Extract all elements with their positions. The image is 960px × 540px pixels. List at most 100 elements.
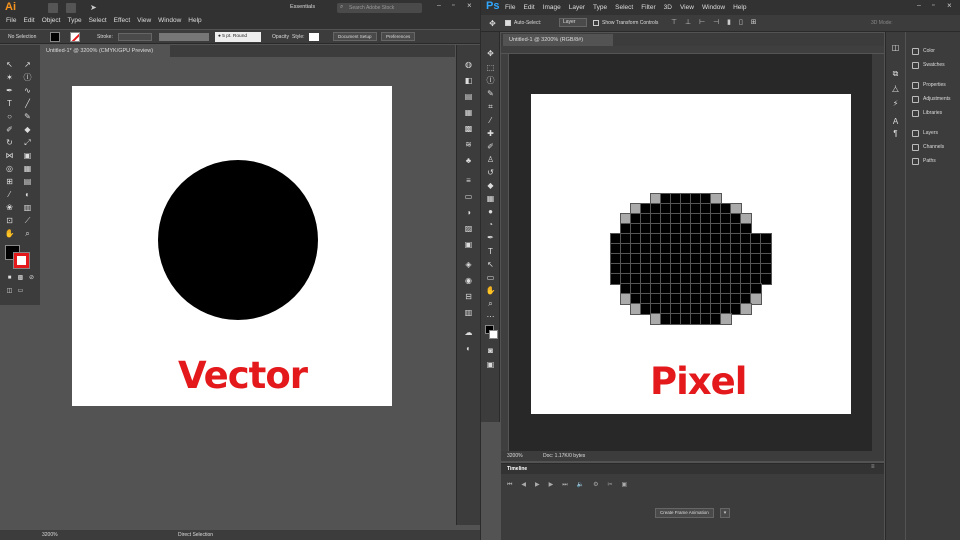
scale-tool-icon[interactable]: ⤢ <box>22 137 33 148</box>
zoom-tool-icon[interactable]: ⌕ <box>485 298 496 309</box>
layers-panel-tab[interactable]: Layers <box>912 128 938 138</box>
type-tool-icon[interactable]: T <box>4 98 15 109</box>
adjustments-panel-tab[interactable]: Adjustments <box>912 94 951 104</box>
cc-panel-icon[interactable]: ◐ <box>463 343 474 354</box>
color-guide-panel-icon[interactable]: ◈ <box>463 259 474 270</box>
shape-tool-icon[interactable]: ▭ <box>485 272 496 283</box>
dodge-tool-icon[interactable]: ◔ <box>485 219 496 230</box>
menu-help[interactable]: Help <box>188 17 201 24</box>
tool-presets-icon[interactable]: ⚡ <box>890 98 901 109</box>
create-frame-animation-button[interactable]: Create Frame Animation <box>655 508 714 518</box>
layers-panel-icon[interactable]: ◍ <box>463 59 474 70</box>
horizontal-ruler[interactable] <box>501 46 884 54</box>
pixel-circle[interactable] <box>610 174 772 334</box>
menu-effect[interactable]: Effect <box>114 17 131 24</box>
graph-tool-icon[interactable]: ▥ <box>22 202 33 213</box>
magic-wand-tool-icon[interactable]: ✶ <box>4 72 15 83</box>
lasso-tool-icon[interactable]: ⓛ <box>485 75 496 86</box>
menu-filter[interactable]: Filter <box>641 4 655 11</box>
ps-zoom-level[interactable]: 3200% <box>507 451 523 461</box>
ai-canvas[interactable]: Vector <box>40 58 455 528</box>
menu-layer[interactable]: Layer <box>569 4 585 11</box>
blur-tool-icon[interactable]: ● <box>485 206 496 217</box>
menu-file[interactable]: File <box>6 17 16 24</box>
menu-edit[interactable]: Edit <box>23 17 34 24</box>
zoom-tool-icon[interactable]: ⌕ <box>22 228 33 239</box>
ps-canvas[interactable]: Pixel <box>509 54 872 451</box>
menu-select[interactable]: Select <box>615 4 633 11</box>
gradient-panel-icon[interactable]: ▭ <box>463 191 474 202</box>
curvature-tool-icon[interactable]: ∿ <box>22 85 33 96</box>
pathfinder-panel-icon[interactable]: ▦ <box>463 107 474 118</box>
minimize-icon[interactable]: – <box>917 2 921 9</box>
ps-doc-info[interactable]: Doc: 1.17K/0 bytes <box>543 451 585 461</box>
bridge-icon[interactable] <box>48 3 58 13</box>
menu-3d[interactable]: 3D <box>664 4 672 11</box>
channels-panel-tab[interactable]: Channels <box>912 142 944 152</box>
paths-panel-tab[interactable]: Paths <box>912 156 936 166</box>
panel-menu-icon[interactable]: ≡ <box>871 464 875 470</box>
hand-tool-icon[interactable]: ✋ <box>485 285 496 296</box>
style-swatch[interactable] <box>309 33 319 41</box>
fill-swatch[interactable] <box>50 32 60 42</box>
ai-document-tab[interactable]: Untitled-1* @ 3200% (CMYK/GPU Preview) <box>40 45 170 57</box>
auto-select-checkbox[interactable] <box>505 20 511 26</box>
symbols-panel-icon[interactable]: ♣ <box>463 155 474 166</box>
navigator-panel-icon[interactable]: ⧉ <box>890 68 901 79</box>
quick-selection-tool-icon[interactable]: ✎ <box>485 88 496 99</box>
history-brush-tool-icon[interactable]: ↺ <box>485 167 496 178</box>
type-tool-icon[interactable]: T <box>485 246 496 257</box>
timeline-controls[interactable]: ⏮◀▶▶⏭🔈⚙✂▣ <box>507 481 636 489</box>
rotate-tool-icon[interactable]: ↻ <box>4 137 15 148</box>
libraries-panel-tab[interactable]: Libraries <box>912 108 942 118</box>
history-panel-icon[interactable]: ◫ <box>890 42 901 53</box>
vertical-ruler[interactable] <box>501 54 509 451</box>
pen-tool-icon[interactable]: ✒ <box>485 232 496 243</box>
background-color[interactable] <box>489 330 498 339</box>
paintbrush-tool-icon[interactable]: ✎ <box>22 111 33 122</box>
marquee-tool-icon[interactable]: ⬚ <box>485 62 496 73</box>
stroke-swatch[interactable] <box>70 32 80 42</box>
ellipse-tool-icon[interactable]: ○ <box>4 111 15 122</box>
quick-mask-icon[interactable]: ◙ <box>485 345 496 356</box>
auto-select-target[interactable]: Layer <box>559 18 587 27</box>
path-selection-tool-icon[interactable]: ↖ <box>485 259 496 270</box>
document-setup-button[interactable]: Document Setup <box>333 32 377 41</box>
asset-export-panel-icon[interactable]: ▥ <box>463 307 474 318</box>
gradient-tool-icon[interactable]: ▦ <box>485 193 496 204</box>
sync-icon[interactable]: ➤ <box>90 3 100 13</box>
eraser-tool-icon[interactable]: ◆ <box>485 180 496 191</box>
line-tool-icon[interactable]: ╱ <box>22 98 33 109</box>
brush-settings-icon[interactable]: ⧊ <box>890 84 901 95</box>
menu-help[interactable]: Help <box>733 4 746 11</box>
swatches-panel-icon[interactable]: ▩ <box>463 123 474 134</box>
opacity-label[interactable]: Opacity <box>272 32 289 42</box>
screen-mode-icon[interactable]: ▣ <box>485 359 496 370</box>
stroke-weight-field[interactable] <box>118 33 152 41</box>
align-panel-icon[interactable]: ▤ <box>463 91 474 102</box>
selection-tool-icon[interactable]: ↖ <box>4 59 15 70</box>
eyedropper-tool-icon[interactable]: ⁄ <box>485 115 496 126</box>
lasso-tool-icon[interactable]: ⓛ <box>22 72 33 83</box>
mesh-tool-icon[interactable]: ⊞ <box>4 176 15 187</box>
brushes-panel-icon[interactable]: ≋ <box>463 139 474 150</box>
transform-panel-icon[interactable]: ◧ <box>463 75 474 86</box>
menu-image[interactable]: Image <box>543 4 561 11</box>
healing-brush-tool-icon[interactable]: ✚ <box>485 128 496 139</box>
perspective-grid-tool-icon[interactable]: ▦ <box>22 163 33 174</box>
maximize-icon[interactable]: ▫ <box>452 2 454 9</box>
symbol-sprayer-tool-icon[interactable]: ❀ <box>4 202 15 213</box>
brush-definition[interactable]: ● 5 pt. Round <box>215 32 261 42</box>
menu-window[interactable]: Window <box>702 4 725 11</box>
menu-type[interactable]: Type <box>67 17 81 24</box>
eraser-tool-icon[interactable]: ◆ <box>22 124 33 135</box>
slice-tool-icon[interactable]: ⟋ <box>22 215 33 226</box>
vertical-scrollbar[interactable] <box>872 54 884 451</box>
workspace-switcher[interactable]: Essentials <box>290 4 315 10</box>
stock-search[interactable]: ⌕ Search Adobe Stock <box>337 3 422 13</box>
color-panel-icon[interactable]: ◉ <box>463 275 474 286</box>
clone-stamp-tool-icon[interactable]: ♙ <box>485 154 496 165</box>
align-buttons[interactable]: ⊤ ⊥ ⊢ ⊣ ▮ ▯ ⊞ <box>671 18 791 28</box>
graphic-styles-panel-icon[interactable]: ▣ <box>463 239 474 250</box>
edit-toolbar-icon[interactable]: ⋯ <box>485 311 496 322</box>
